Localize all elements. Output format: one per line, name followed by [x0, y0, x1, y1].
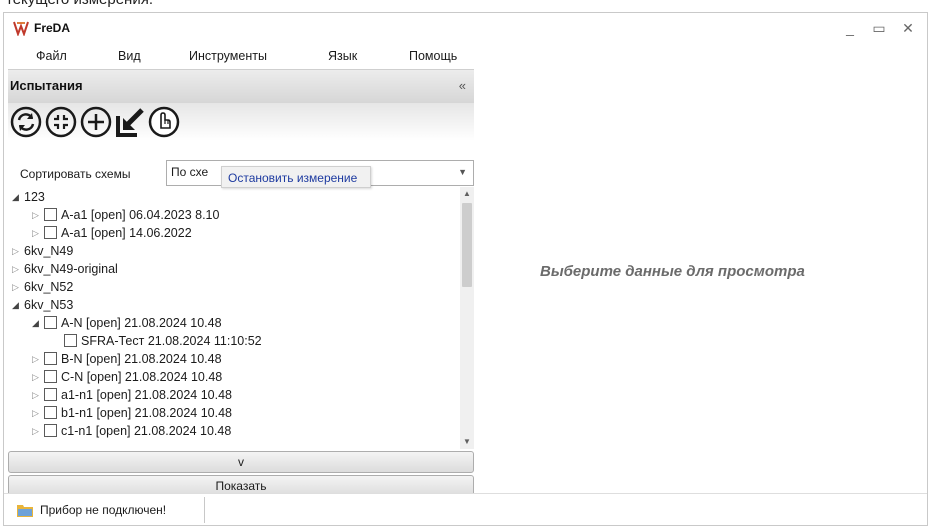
menu-language[interactable]: Язык [328, 49, 357, 63]
tree-node-label: A-a1 [open] 06.04.2023 8.10 [61, 208, 220, 222]
tests-panel-title: Испытания [10, 78, 83, 93]
add-icon[interactable] [80, 106, 112, 138]
menu-view[interactable]: Вид [118, 49, 141, 63]
collapsed-arrow-icon[interactable]: ▷ [32, 210, 44, 221]
tree-node-label: A-N [open] 21.08.2024 10.48 [61, 316, 222, 330]
tree-node[interactable]: ▷ A-a1 [open] 14.06.2022 [32, 226, 192, 244]
tree-node-checkbox[interactable] [44, 406, 57, 419]
collapsed-arrow-icon[interactable]: ▷ [32, 354, 44, 365]
minimize-button[interactable]: _ [839, 19, 861, 37]
fit-icon[interactable] [45, 106, 77, 138]
device-status-text: Прибор не подключен! [40, 503, 167, 517]
tree-node-label: 6kv_N49 [24, 244, 74, 258]
expanded-arrow-icon[interactable]: ◢ [32, 318, 44, 329]
tree-node[interactable]: ▷ b1-n1 [open] 21.08.2024 10.48 [32, 406, 232, 424]
expanded-arrow-icon[interactable]: ◢ [12, 300, 24, 311]
tests-toolbar [8, 103, 474, 141]
expand-list-button[interactable]: v [8, 451, 474, 473]
tree-scrollbar[interactable]: ▲ ▼ [460, 187, 474, 449]
refresh-icon[interactable] [10, 106, 42, 138]
tree-node[interactable]: SFRA-Тест 21.08.2024 11:10:52 [52, 334, 262, 352]
tree-node[interactable]: ▷ 6kv_N49 [12, 244, 73, 262]
tree-node-checkbox[interactable] [44, 226, 57, 239]
tree-node[interactable]: ◢ A-N [open] 21.08.2024 10.48 [32, 316, 222, 334]
stop-measurement-icon[interactable] [148, 106, 180, 138]
top-strip-text: текущего измерения. [6, 0, 153, 8]
folder-icon [17, 505, 33, 517]
tree-node-checkbox[interactable] [44, 316, 57, 329]
tests-panel-header: Испытания « [8, 69, 474, 103]
tree-node-label: b1-n1 [open] 21.08.2024 10.48 [61, 406, 232, 420]
title-bar: FreDA _ ▭ ✕ [4, 13, 927, 43]
collapsed-arrow-icon[interactable]: ▷ [32, 408, 44, 419]
tree-node[interactable]: ▷ B-N [open] 21.08.2024 10.48 [32, 352, 222, 370]
scroll-up-icon[interactable]: ▲ [460, 187, 474, 201]
menu-help[interactable]: Помощь [409, 49, 457, 63]
tooltip: Остановить измерение [221, 166, 371, 188]
tree-node-label: 123 [24, 190, 45, 204]
collapse-panel-button[interactable]: « [459, 78, 466, 93]
tree-node-label: SFRA-Тест 21.08.2024 11:10:52 [81, 334, 262, 348]
tree-node[interactable]: ▷ 6kv_N52 [12, 280, 73, 298]
empty-view-message: Выберите данные для просмотра [540, 263, 805, 280]
collapsed-arrow-icon[interactable]: ▷ [12, 246, 24, 257]
tree-node-checkbox[interactable] [44, 388, 57, 401]
chevron-down-icon: ▼ [458, 167, 467, 177]
tests-tree: ◢ 123 ▷ A-a1 [open] 06.04.2023 8.10 ▷ A-a1 [o… [12, 190, 460, 445]
menu-tools[interactable]: Инструменты [189, 49, 267, 63]
tests-panel: Испытания « Сортировать схемы По схе ▼ ◢… [8, 69, 474, 497]
status-separator [204, 497, 205, 523]
window-title: FreDA [34, 21, 71, 35]
sort-schemes-value: По схе [171, 165, 209, 179]
status-bar: Прибор не подключен! [4, 493, 927, 525]
tree-node-checkbox[interactable] [44, 424, 57, 437]
tree-node-label: A-a1 [open] 14.06.2022 [61, 226, 192, 240]
tree-node[interactable]: ▷ a1-n1 [open] 21.08.2024 10.48 [32, 388, 232, 406]
tree-node-checkbox[interactable] [44, 208, 57, 221]
app-window: FreDA _ ▭ ✕ Файл Вид Инструменты Язык По… [3, 12, 928, 526]
tree-node[interactable]: ▷ C-N [open] 21.08.2024 10.48 [32, 370, 222, 388]
tree-node[interactable]: ▷ A-a1 [open] 06.04.2023 8.10 [32, 208, 219, 226]
tree-node-label: B-N [open] 21.08.2024 10.48 [61, 352, 222, 366]
tree-node-label: 6kv_N53 [24, 298, 74, 312]
maximize-button[interactable]: ▭ [868, 19, 890, 37]
tree-node-label: C-N [open] 21.08.2024 10.48 [61, 370, 223, 384]
collapsed-arrow-icon[interactable]: ▷ [32, 228, 44, 239]
tree-node-label: a1-n1 [open] 21.08.2024 10.48 [61, 388, 232, 402]
menu-file[interactable]: Файл [36, 49, 67, 63]
freda-logo-icon [13, 21, 29, 36]
tree-node-checkbox[interactable] [44, 352, 57, 365]
tree-node-label: 6kv_N52 [24, 280, 74, 294]
tree-node[interactable]: ◢ 123 [12, 190, 45, 208]
collapsed-arrow-icon[interactable]: ▷ [12, 282, 24, 293]
collapsed-arrow-icon[interactable]: ▷ [32, 390, 44, 401]
collapsed-arrow-icon[interactable]: ▷ [32, 426, 44, 437]
close-button[interactable]: ✕ [897, 19, 919, 37]
tree-node[interactable]: ◢ 6kv_N53 [12, 298, 73, 316]
collapsed-arrow-icon[interactable]: ▷ [32, 372, 44, 383]
tree-node[interactable]: ▷ 6kv_N49-original [12, 262, 118, 280]
tree-node-checkbox[interactable] [44, 370, 57, 383]
tree-node[interactable]: ▷ c1-n1 [open] 21.08.2024 10.48 [32, 424, 231, 442]
collapsed-arrow-icon[interactable]: ▷ [12, 264, 24, 275]
scrollbar-thumb[interactable] [462, 203, 472, 287]
tooltip-text: Остановить измерение [228, 171, 358, 185]
sort-schemes-label: Сортировать схемы [20, 167, 131, 181]
tree-node-checkbox[interactable] [64, 334, 77, 347]
scroll-down-icon[interactable]: ▼ [460, 435, 474, 449]
import-icon[interactable] [114, 106, 146, 138]
tree-node-label: c1-n1 [open] 21.08.2024 10.48 [61, 424, 232, 438]
tree-node-label: 6kv_N49-original [24, 262, 118, 276]
expanded-arrow-icon[interactable]: ◢ [12, 192, 24, 203]
menu-bar: Файл Вид Инструменты Язык Помощь [4, 45, 474, 67]
